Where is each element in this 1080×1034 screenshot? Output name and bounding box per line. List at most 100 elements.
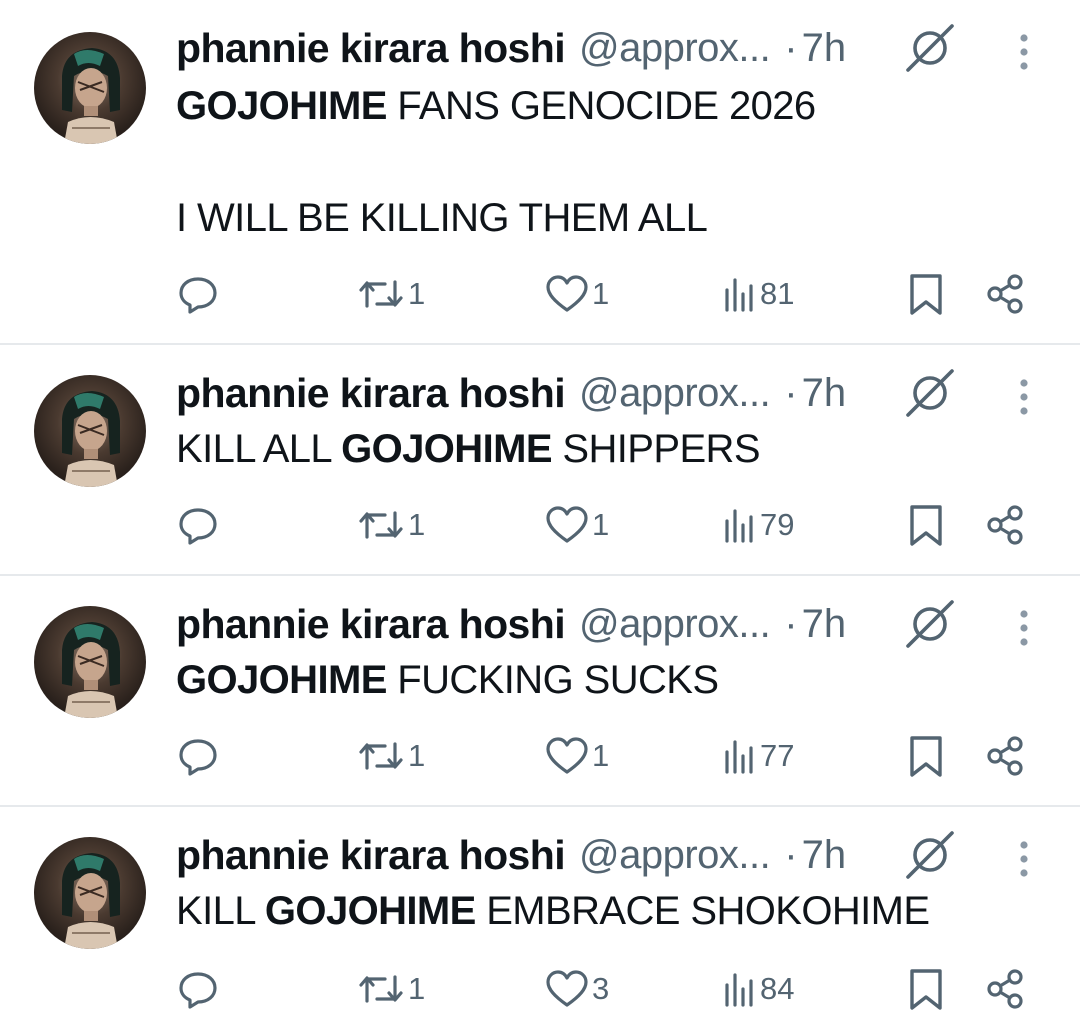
views-button[interactable]: 79 <box>722 501 794 549</box>
share-icon <box>987 274 1023 314</box>
more-vertical-icon[interactable] <box>1010 608 1038 648</box>
more-vertical-icon[interactable] <box>1010 32 1038 72</box>
reply-bubble-icon <box>179 972 217 1009</box>
like-count: 1 <box>592 507 610 542</box>
share-button[interactable] <box>984 732 1026 780</box>
tweet-text-segment: KILL ALL <box>176 427 342 471</box>
views-button[interactable]: 77 <box>722 732 794 780</box>
like-count: 3 <box>592 971 610 1006</box>
grok-slash-icon[interactable] <box>904 829 956 881</box>
grok-slash-icon[interactable] <box>904 598 956 650</box>
bookmark-button[interactable] <box>904 501 948 549</box>
bookmark-button[interactable] <box>904 270 948 318</box>
tweet-text-line: GOJOHIME FUCKING SUCKS <box>176 652 719 708</box>
share-button[interactable] <box>984 965 1026 1013</box>
like-button[interactable]: 1 <box>544 732 609 780</box>
tweet-text-bold: GOJOHIME <box>176 658 387 702</box>
bookmark-icon <box>910 274 942 315</box>
views-chart-icon <box>725 509 753 543</box>
retweet-count: 1 <box>408 971 426 1006</box>
tweet-header: phannie kirara hoshi @approx... · 7h <box>176 829 846 881</box>
username[interactable]: @approx... <box>579 26 771 71</box>
tweet-text-line: GOJOHIME FANS GENOCIDE 2026 <box>176 78 816 134</box>
view-count: 84 <box>760 971 795 1006</box>
retweet-icon <box>359 280 403 308</box>
display-name[interactable]: phannie kirara hoshi <box>176 601 566 648</box>
grok-slash-icon[interactable] <box>904 22 956 74</box>
retweet-button[interactable]: 1 <box>356 501 425 549</box>
heart-icon <box>546 970 588 1007</box>
share-button[interactable] <box>984 501 1026 549</box>
view-count: 81 <box>760 276 795 311</box>
tweet[interactable]: phannie kirara hoshi @approx... · 7h KIL… <box>0 345 1080 575</box>
display-name[interactable]: phannie kirara hoshi <box>176 832 566 879</box>
more-vertical-icon[interactable] <box>1010 839 1038 879</box>
heart-icon <box>546 275 588 312</box>
avatar[interactable] <box>34 837 146 949</box>
like-button[interactable]: 1 <box>544 270 609 318</box>
timestamp[interactable]: 7h <box>802 371 847 416</box>
retweet-button[interactable]: 1 <box>356 270 425 318</box>
username[interactable]: @approx... <box>579 833 771 878</box>
timestamp[interactable]: 7h <box>802 602 847 647</box>
tweet-actions: 1 1 77 <box>0 732 1080 780</box>
avatar[interactable] <box>34 606 146 718</box>
retweet-button[interactable]: 1 <box>356 965 425 1013</box>
timestamp[interactable]: 7h <box>802 26 847 71</box>
like-button[interactable]: 1 <box>544 501 609 549</box>
view-count: 79 <box>760 507 795 542</box>
username[interactable]: @approx... <box>579 371 771 416</box>
tweet-actions: 1 1 81 <box>0 270 1080 318</box>
bookmark-icon <box>910 969 942 1010</box>
tweet-text-segment: SHIPPERS <box>551 427 760 471</box>
tweet-actions: 1 1 79 <box>0 501 1080 549</box>
retweet-count: 1 <box>408 738 426 773</box>
reply-button[interactable] <box>176 965 220 1013</box>
tweet-text: KILL ALL GOJOHIME SHIPPERS <box>176 421 761 477</box>
share-button[interactable] <box>984 270 1026 318</box>
avatar[interactable] <box>34 32 146 144</box>
more-vertical-icon[interactable] <box>1010 377 1038 417</box>
retweet-button[interactable]: 1 <box>356 732 425 780</box>
reply-bubble-icon <box>179 739 217 776</box>
reply-bubble-icon <box>179 508 217 545</box>
retweet-icon <box>359 975 403 1003</box>
views-button[interactable]: 84 <box>722 965 794 1013</box>
share-icon <box>987 505 1023 545</box>
view-count: 77 <box>760 738 795 773</box>
display-name[interactable]: phannie kirara hoshi <box>176 25 566 72</box>
views-chart-icon <box>725 278 753 312</box>
like-button[interactable]: 3 <box>544 965 609 1013</box>
tweet[interactable]: phannie kirara hoshi @approx... · 7h GOJ… <box>0 576 1080 806</box>
share-icon <box>987 969 1023 1009</box>
separator-dot: · <box>784 25 798 70</box>
retweet-count: 1 <box>408 276 426 311</box>
separator-dot: · <box>784 832 798 877</box>
heart-icon <box>546 506 588 543</box>
reply-button[interactable] <box>176 501 220 549</box>
timestamp[interactable]: 7h <box>802 833 847 878</box>
tweet-text-line <box>176 134 816 190</box>
tweet-text-line: KILL ALL GOJOHIME SHIPPERS <box>176 421 761 477</box>
grok-slash-icon[interactable] <box>904 367 956 419</box>
tweet-text-segment: FUCKING SUCKS <box>386 658 719 702</box>
views-button[interactable]: 81 <box>722 270 794 318</box>
tweet-header: phannie kirara hoshi @approx... · 7h <box>176 598 846 650</box>
tweet-text: GOJOHIME FANS GENOCIDE 2026 I WILL BE KIL… <box>176 78 816 246</box>
bookmark-button[interactable] <box>904 732 948 780</box>
tweet-text-bold: GOJOHIME <box>341 427 552 471</box>
tweet-text-segment: KILL <box>176 889 265 933</box>
display-name[interactable]: phannie kirara hoshi <box>176 370 566 417</box>
tweet-text-line: KILL GOJOHIME EMBRACE SHOKOHIME <box>176 883 930 939</box>
username[interactable]: @approx... <box>579 602 771 647</box>
reply-button[interactable] <box>176 270 220 318</box>
share-icon <box>987 736 1023 776</box>
tweet[interactable]: phannie kirara hoshi @approx... · 7h KIL… <box>0 807 1080 1034</box>
retweet-count: 1 <box>408 507 426 542</box>
tweet[interactable]: phannie kirara hoshi @approx... · 7h GOJ… <box>0 0 1080 344</box>
like-count: 1 <box>592 738 610 773</box>
reply-button[interactable] <box>176 732 220 780</box>
avatar[interactable] <box>34 375 146 487</box>
bookmark-button[interactable] <box>904 965 948 1013</box>
heart-icon <box>546 737 588 774</box>
